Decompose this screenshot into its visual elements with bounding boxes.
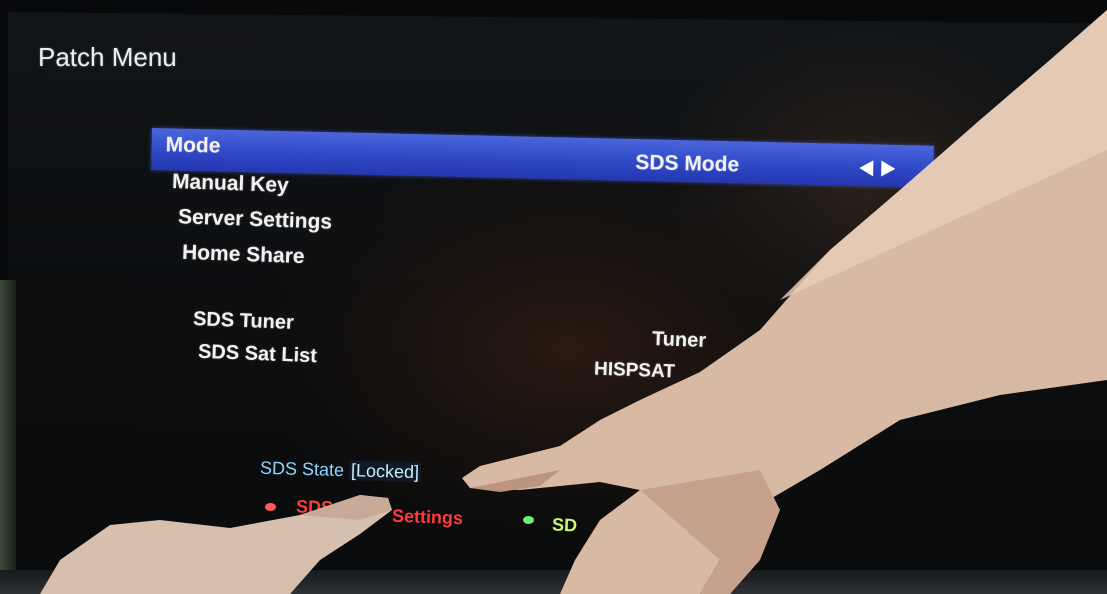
menu-item-sds-tuner[interactable]: SDS Tuner bbox=[193, 308, 295, 335]
red-key-label-part2[interactable]: Settings bbox=[392, 506, 464, 529]
background-edge bbox=[0, 280, 16, 594]
mode-value: SDS Mode bbox=[635, 150, 740, 177]
page-title: Patch Menu bbox=[38, 42, 177, 72]
left-right-arrows-icon[interactable] bbox=[857, 158, 897, 179]
sds-state-status: SDS State [Locked] bbox=[260, 458, 422, 483]
sds-sat-list-value: HISPSAT bbox=[593, 358, 676, 383]
menu-item-manual-key[interactable]: Manual Key bbox=[172, 170, 289, 198]
sds-tuner-value: Tuner bbox=[651, 328, 707, 352]
red-dot-icon bbox=[265, 503, 276, 511]
tv-bottom-bezel bbox=[0, 570, 1107, 594]
green-dot-icon bbox=[523, 516, 534, 524]
menu-item-label: Mode bbox=[165, 133, 221, 158]
green-key-label[interactable]: SD bbox=[552, 515, 578, 537]
photo-scene: Patch Menu Mode SDS Mode Manual Key Serv… bbox=[0, 0, 1107, 594]
menu-item-home-share[interactable]: Home Share bbox=[182, 241, 305, 269]
status-badge: [Locked] bbox=[348, 460, 422, 483]
red-key-label-part1[interactable]: SDS bbox=[296, 496, 334, 518]
menu-item-sds-sat-list[interactable]: SDS Sat List bbox=[198, 341, 318, 369]
sds-state-label: SDS State bbox=[259, 457, 345, 481]
tv-screen bbox=[8, 12, 1107, 584]
